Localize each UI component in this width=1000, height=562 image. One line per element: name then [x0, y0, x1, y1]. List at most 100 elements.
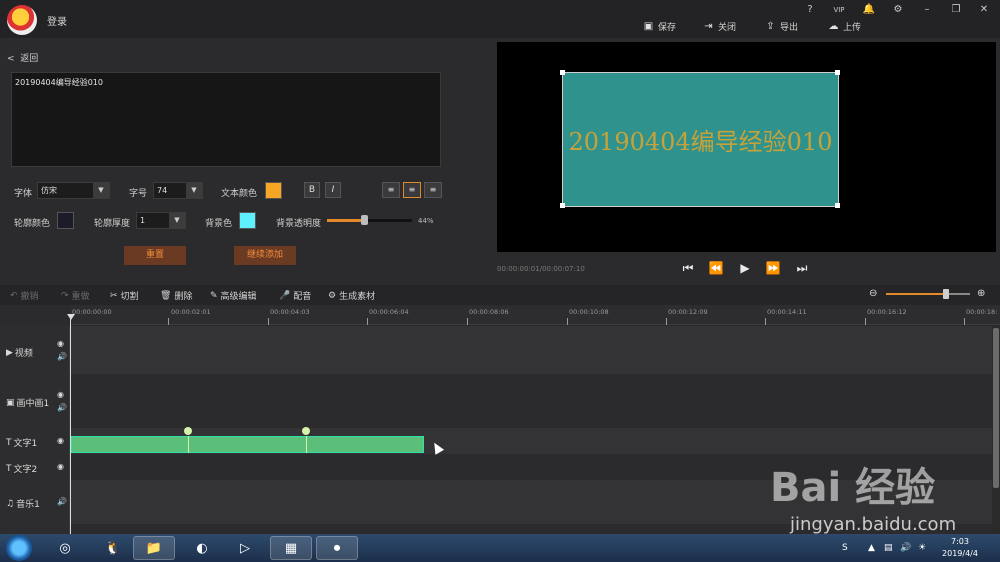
text-clip[interactable] — [71, 436, 424, 453]
reset-button[interactable]: 重置 — [124, 246, 186, 265]
help-icon[interactable]: ? — [801, 3, 819, 17]
playhead-handle[interactable] — [67, 314, 75, 320]
bg-color-swatch[interactable] — [239, 212, 256, 229]
advanced-edit-button[interactable]: ✎ 高级编辑 — [210, 289, 257, 303]
chevron-down-icon: ▼ — [93, 183, 109, 198]
play-icon[interactable]: ▶ — [737, 260, 753, 276]
align-left-button[interactable]: ≡ — [382, 182, 400, 198]
resize-handle[interactable] — [835, 70, 840, 75]
tray-arrow-icon[interactable]: ▲ — [868, 543, 875, 553]
speaker-icon[interactable]: 🔊 — [57, 352, 67, 361]
chevron-down-icon: ▼ — [169, 213, 185, 228]
generate-button[interactable]: ⚙ 生成素材 — [328, 289, 375, 303]
resize-handle[interactable] — [835, 203, 840, 208]
firefox-icon[interactable]: ◐ — [187, 536, 217, 560]
text-color-swatch[interactable] — [265, 182, 282, 199]
clock-time: 7:03 — [951, 537, 969, 546]
text2-track-label: 文字2 — [13, 465, 38, 475]
ruler-tick — [865, 318, 866, 325]
bg-opacity-slider-thumb[interactable] — [361, 215, 368, 225]
back-button[interactable]: < 返回 — [7, 51, 38, 64]
timeline-scrollbar[interactable] — [992, 326, 1000, 534]
start-button[interactable] — [6, 535, 32, 561]
login-link[interactable]: 登录 — [47, 13, 67, 28]
keyframe-marker — [306, 436, 307, 453]
dub-button[interactable]: 🎤 配音 — [279, 289, 311, 303]
keyframe-dot[interactable] — [302, 427, 310, 435]
close-button[interactable]: ⇥ 关闭 — [703, 18, 736, 34]
delete-button[interactable]: 🗑 删除 — [160, 289, 192, 303]
active-app-taskbar-icon[interactable]: ▦ — [270, 536, 312, 560]
video-track[interactable] — [70, 326, 992, 374]
outline-width-select[interactable]: 1 ▼ — [136, 212, 186, 229]
notification-icon[interactable]: 🔔 — [860, 3, 878, 17]
tray-device-icon[interactable]: ▤ — [884, 543, 893, 553]
minimize-icon[interactable]: – — [918, 3, 936, 17]
resize-handle[interactable] — [560, 70, 565, 75]
video-editor-taskbar-icon[interactable]: ▷ — [230, 536, 260, 560]
keyframe-dot[interactable] — [184, 427, 192, 435]
ruler-label: 00:00:14:11 — [767, 308, 807, 316]
ruler-tick — [765, 318, 766, 325]
restore-icon[interactable]: ❐ — [947, 3, 965, 17]
align-center-button[interactable]: ≡ — [403, 182, 421, 198]
resize-handle[interactable] — [560, 203, 565, 208]
bold-button[interactable]: B — [304, 182, 320, 198]
scrollbar-thumb[interactable] — [993, 328, 999, 488]
ruler-label: 00:00:08:06 — [469, 308, 509, 316]
speaker-icon[interactable]: 🔊 — [57, 497, 67, 506]
save-button[interactable]: ▣ 保存 — [643, 18, 676, 34]
zoom-slider-thumb[interactable] — [943, 289, 949, 299]
cloud-upload-icon: ☁ — [828, 20, 839, 32]
browser-360-icon[interactable]: ◎ — [50, 536, 80, 560]
font-select[interactable]: 仿宋 ▼ — [37, 182, 110, 199]
redo-label: 重做 — [71, 292, 90, 302]
italic-button[interactable]: I — [325, 182, 341, 198]
timeline-toolbar — [0, 285, 1000, 305]
record-icon[interactable]: ⏺ — [316, 536, 358, 560]
align-right-button[interactable]: ≡ — [424, 182, 442, 198]
skip-start-icon[interactable]: ⏮ — [680, 260, 696, 276]
upload-button[interactable]: ☁ 上传 — [828, 18, 862, 34]
volume-icon[interactable]: 🔊 — [900, 543, 911, 553]
gear-icon[interactable]: ⚙ — [889, 3, 907, 17]
caption-text-input[interactable]: 20190404编导经验010 — [11, 72, 441, 167]
text1-track-label: 文字1 — [13, 439, 38, 449]
pip-track[interactable] — [70, 374, 992, 428]
export-label: 导出 — [780, 22, 799, 33]
qq-icon[interactable]: 🐧 — [98, 536, 128, 560]
cut-button[interactable]: ✂ 切割 — [110, 289, 139, 303]
trash-icon: 🗑 — [160, 290, 172, 301]
skip-end-icon[interactable]: ⏭ — [794, 260, 810, 276]
zoom-out-icon[interactable]: ⊖ — [869, 288, 877, 299]
system-clock[interactable]: 7:03 2019/4/4 — [935, 536, 985, 560]
step-forward-icon[interactable]: ⏩ — [765, 260, 781, 276]
vip-icon[interactable]: VIP — [830, 3, 848, 17]
size-select[interactable]: 74 ▼ — [153, 182, 203, 199]
eye-icon[interactable]: ◉ — [57, 462, 64, 471]
ruler-label: 00:00:16:12 — [867, 308, 907, 316]
redo-button[interactable]: ↷ 重做 — [61, 289, 90, 303]
file-explorer-icon[interactable]: 📁 — [133, 536, 175, 560]
zoom-in-icon[interactable]: ⊕ — [977, 288, 985, 299]
outline-color-swatch[interactable] — [57, 212, 74, 229]
eye-icon[interactable]: ◉ — [57, 436, 64, 445]
size-value: 74 — [157, 186, 168, 195]
pip-icon: ▣ — [6, 397, 15, 408]
speaker-icon[interactable]: 🔊 — [57, 403, 67, 412]
step-back-icon[interactable]: ⏪ — [708, 260, 724, 276]
eye-icon[interactable]: ◉ — [57, 390, 64, 399]
eye-icon[interactable]: ◉ — [57, 339, 64, 348]
preview-timecode: 00:00:00:01/00:00:07:10 — [497, 265, 585, 273]
gear-icon: ⚙ — [328, 290, 337, 301]
continue-add-button[interactable]: 继续添加 — [234, 246, 296, 265]
export-button[interactable]: ⇪ 导出 — [765, 18, 798, 34]
playhead[interactable] — [70, 318, 71, 534]
undo-icon: ↶ — [10, 290, 18, 301]
sogou-ime-icon[interactable]: S — [842, 543, 848, 553]
close-window-icon[interactable]: ✕ — [975, 3, 993, 17]
undo-button[interactable]: ↶ 撤销 — [10, 289, 39, 303]
keyframe-marker — [188, 436, 189, 453]
video-track-label: 视频 — [14, 349, 33, 359]
network-icon[interactable]: ☀ — [918, 543, 926, 553]
